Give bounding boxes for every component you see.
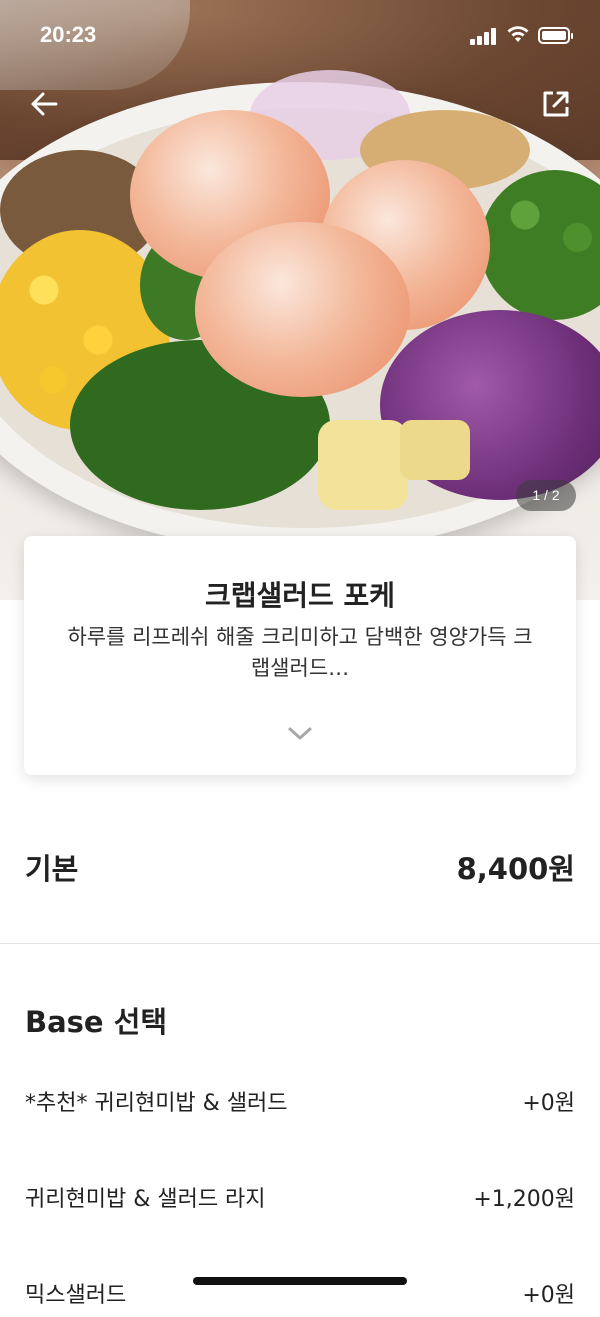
back-button[interactable] xyxy=(26,86,62,122)
product-description: 하루를 리프레쉬 해줄 크리미하고 담백한 영양가득 크랩샐러드… xyxy=(67,625,533,680)
crab-salad-scoop xyxy=(195,222,410,397)
arrow-left-icon xyxy=(31,92,58,116)
option-label: 믹스샐러드 xyxy=(25,1283,127,1308)
base-option-recommended[interactable]: *추천* 귀리현미밥 & 샐러드 +0원 xyxy=(25,1085,575,1125)
option-label: *추천* 귀리현미밥 & 샐러드 xyxy=(25,1091,288,1116)
wifi-icon xyxy=(507,26,529,42)
expand-description-button[interactable] xyxy=(287,726,313,746)
pineapple-topping xyxy=(318,420,408,510)
base-option-large[interactable]: 귀리현미밥 & 샐러드 라지 +1,200원 xyxy=(25,1181,575,1221)
base-section-title: Base 선택 xyxy=(25,1005,168,1039)
option-label: 귀리현미밥 & 샐러드 라지 xyxy=(25,1187,266,1212)
section-divider xyxy=(0,943,600,944)
share-button[interactable] xyxy=(538,86,574,122)
chevron-down-icon xyxy=(288,727,312,740)
cellular-signal-icon xyxy=(470,27,498,45)
home-indicator xyxy=(193,1277,407,1285)
basic-label: 기본 xyxy=(25,852,79,886)
status-bar: 20:23 xyxy=(0,0,600,72)
image-counter: 1 / 2 xyxy=(516,480,576,511)
product-info-card: 크랩샐러드 포케 하루를 리프레쉬 해줄 크리미하고 담백한 영양가득 크랩샐러… xyxy=(24,536,576,775)
pineapple-topping xyxy=(400,420,470,480)
basic-price-row: 기본 8,400원 xyxy=(25,846,575,886)
status-time: 20:23 xyxy=(40,22,97,47)
option-price: +0원 xyxy=(522,1283,575,1308)
product-photo[interactable] xyxy=(0,0,600,600)
battery-icon xyxy=(538,27,573,44)
share-icon xyxy=(543,91,569,117)
option-price: +1,200원 xyxy=(473,1187,575,1212)
option-price: +0원 xyxy=(522,1091,575,1116)
product-title: 크랩샐러드 포케 xyxy=(204,579,396,612)
basic-price: 8,400원 xyxy=(456,852,575,886)
